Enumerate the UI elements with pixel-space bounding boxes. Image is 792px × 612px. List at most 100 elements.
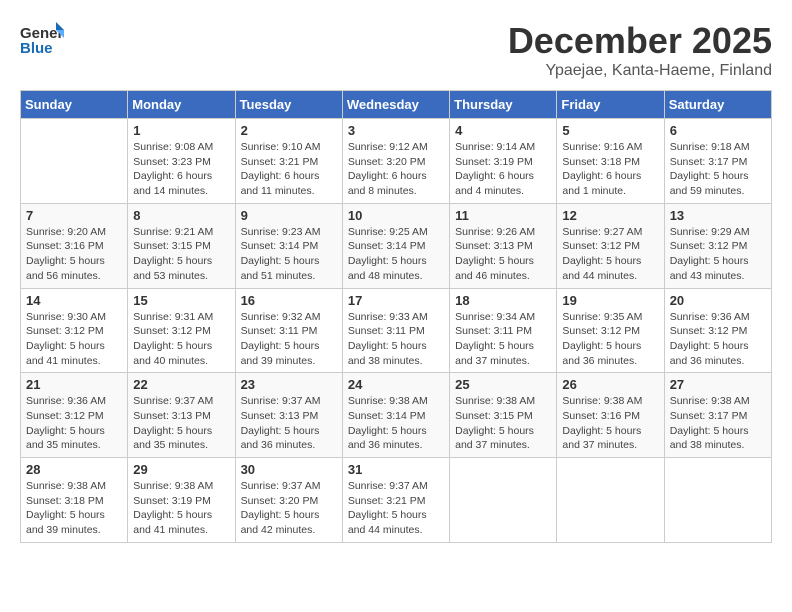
- day-number: 25: [455, 377, 551, 392]
- day-number: 18: [455, 293, 551, 308]
- day-header-thursday: Thursday: [450, 91, 557, 119]
- day-number: 29: [133, 462, 229, 477]
- day-cell: [557, 458, 664, 543]
- calendar-header-row: SundayMondayTuesdayWednesdayThursdayFrid…: [21, 91, 772, 119]
- day-cell: 30 Sunrise: 9:37 AM Sunset: 3:20 PM Dayli…: [235, 458, 342, 543]
- day-number: 31: [348, 462, 444, 477]
- day-number: 28: [26, 462, 122, 477]
- day-cell: 7Sunrise: 9:20 AM Sunset: 3:16 PM Daylig…: [21, 203, 128, 288]
- day-number: 15: [133, 293, 229, 308]
- day-info: Sunrise: 9:18 AM Sunset: 3:17 PM Dayligh…: [670, 140, 766, 199]
- day-number: 14: [26, 293, 122, 308]
- day-cell: 1 Sunrise: 9:08 AM Sunset: 3:23 PM Daylig…: [128, 119, 235, 204]
- day-info: Sunrise: 9:29 AM Sunset: 3:12 PM Dayligh…: [670, 225, 766, 284]
- day-number: 6: [670, 123, 766, 138]
- day-cell: 21 Sunrise: 9:36 AM Sunset: 3:12 PM Dayli…: [21, 373, 128, 458]
- day-number: 17: [348, 293, 444, 308]
- day-cell: 19 Sunrise: 9:35 AM Sunset: 3:12 PM Dayli…: [557, 288, 664, 373]
- day-number: 26: [562, 377, 658, 392]
- day-info: Sunrise: 9:38 AM Sunset: 3:16 PM Dayligh…: [562, 394, 658, 453]
- week-row-5: 28 Sunrise: 9:38 AM Sunset: 3:18 PM Dayli…: [21, 458, 772, 543]
- day-cell: 11 Sunrise: 9:26 AM Sunset: 3:13 PM Dayli…: [450, 203, 557, 288]
- day-cell: [664, 458, 771, 543]
- day-info: Sunrise: 9:33 AM Sunset: 3:11 PM Dayligh…: [348, 310, 444, 369]
- day-number: 22: [133, 377, 229, 392]
- day-header-sunday: Sunday: [21, 91, 128, 119]
- day-number: 12: [562, 208, 658, 223]
- day-info: Sunrise: 9:36 AM Sunset: 3:12 PM Dayligh…: [26, 394, 122, 453]
- day-info: Sunrise: 9:36 AM Sunset: 3:12 PM Dayligh…: [670, 310, 766, 369]
- day-number: 24: [348, 377, 444, 392]
- day-info: Sunrise: 9:14 AM Sunset: 3:19 PM Dayligh…: [455, 140, 551, 199]
- day-number: 2: [241, 123, 337, 138]
- day-info: Sunrise: 9:38 AM Sunset: 3:14 PM Dayligh…: [348, 394, 444, 453]
- header: General Blue December 2025 Ypaejae, Kant…: [20, 20, 772, 80]
- day-number: 8: [133, 208, 229, 223]
- calendar: SundayMondayTuesdayWednesdayThursdayFrid…: [20, 90, 772, 543]
- day-info: Sunrise: 9:20 AM Sunset: 3:16 PM Dayligh…: [26, 225, 122, 284]
- day-info: Sunrise: 9:38 AM Sunset: 3:15 PM Dayligh…: [455, 394, 551, 453]
- day-info: Sunrise: 9:08 AM Sunset: 3:23 PM Dayligh…: [133, 140, 229, 199]
- day-number: 1: [133, 123, 229, 138]
- day-number: 3: [348, 123, 444, 138]
- week-row-1: 1 Sunrise: 9:08 AM Sunset: 3:23 PM Daylig…: [21, 119, 772, 204]
- day-cell: 3 Sunrise: 9:12 AM Sunset: 3:20 PM Daylig…: [342, 119, 449, 204]
- day-cell: 20 Sunrise: 9:36 AM Sunset: 3:12 PM Dayli…: [664, 288, 771, 373]
- day-info: Sunrise: 9:37 AM Sunset: 3:20 PM Dayligh…: [241, 479, 337, 538]
- day-cell: 29 Sunrise: 9:38 AM Sunset: 3:19 PM Dayli…: [128, 458, 235, 543]
- day-cell: 10Sunrise: 9:25 AM Sunset: 3:14 PM Dayli…: [342, 203, 449, 288]
- day-cell: [450, 458, 557, 543]
- day-cell: 23Sunrise: 9:37 AM Sunset: 3:13 PM Dayli…: [235, 373, 342, 458]
- day-number: 16: [241, 293, 337, 308]
- day-number: 4: [455, 123, 551, 138]
- day-info: Sunrise: 9:32 AM Sunset: 3:11 PM Dayligh…: [241, 310, 337, 369]
- day-cell: 22 Sunrise: 9:37 AM Sunset: 3:13 PM Dayli…: [128, 373, 235, 458]
- day-info: Sunrise: 9:23 AM Sunset: 3:14 PM Dayligh…: [241, 225, 337, 284]
- day-cell: 13 Sunrise: 9:29 AM Sunset: 3:12 PM Dayli…: [664, 203, 771, 288]
- day-cell: 18 Sunrise: 9:34 AM Sunset: 3:11 PM Dayli…: [450, 288, 557, 373]
- day-cell: 12 Sunrise: 9:27 AM Sunset: 3:12 PM Dayli…: [557, 203, 664, 288]
- day-info: Sunrise: 9:31 AM Sunset: 3:12 PM Dayligh…: [133, 310, 229, 369]
- day-number: 30: [241, 462, 337, 477]
- day-info: Sunrise: 9:38 AM Sunset: 3:19 PM Dayligh…: [133, 479, 229, 538]
- day-cell: 14Sunrise: 9:30 AM Sunset: 3:12 PM Dayli…: [21, 288, 128, 373]
- day-cell: 2 Sunrise: 9:10 AM Sunset: 3:21 PM Daylig…: [235, 119, 342, 204]
- day-info: Sunrise: 9:35 AM Sunset: 3:12 PM Dayligh…: [562, 310, 658, 369]
- day-info: Sunrise: 9:16 AM Sunset: 3:18 PM Dayligh…: [562, 140, 658, 199]
- day-info: Sunrise: 9:10 AM Sunset: 3:21 PM Dayligh…: [241, 140, 337, 199]
- day-number: 23: [241, 377, 337, 392]
- day-cell: 24 Sunrise: 9:38 AM Sunset: 3:14 PM Dayli…: [342, 373, 449, 458]
- svg-text:Blue: Blue: [20, 40, 53, 56]
- day-number: 11: [455, 208, 551, 223]
- day-cell: 5Sunrise: 9:16 AM Sunset: 3:18 PM Daylig…: [557, 119, 664, 204]
- day-cell: 8Sunrise: 9:21 AM Sunset: 3:15 PM Daylig…: [128, 203, 235, 288]
- week-row-2: 7Sunrise: 9:20 AM Sunset: 3:16 PM Daylig…: [21, 203, 772, 288]
- day-info: Sunrise: 9:38 AM Sunset: 3:17 PM Dayligh…: [670, 394, 766, 453]
- day-header-monday: Monday: [128, 91, 235, 119]
- day-number: 21: [26, 377, 122, 392]
- day-info: Sunrise: 9:25 AM Sunset: 3:14 PM Dayligh…: [348, 225, 444, 284]
- day-info: Sunrise: 9:34 AM Sunset: 3:11 PM Dayligh…: [455, 310, 551, 369]
- week-row-4: 21 Sunrise: 9:36 AM Sunset: 3:12 PM Dayli…: [21, 373, 772, 458]
- week-row-3: 14Sunrise: 9:30 AM Sunset: 3:12 PM Dayli…: [21, 288, 772, 373]
- day-cell: 15 Sunrise: 9:31 AM Sunset: 3:12 PM Dayli…: [128, 288, 235, 373]
- day-number: 19: [562, 293, 658, 308]
- day-cell: [21, 119, 128, 204]
- day-header-friday: Friday: [557, 91, 664, 119]
- location: Ypaejae, Kanta-Haeme, Finland: [508, 62, 772, 80]
- day-cell: 4 Sunrise: 9:14 AM Sunset: 3:19 PM Daylig…: [450, 119, 557, 204]
- day-number: 13: [670, 208, 766, 223]
- month-title: December 2025: [508, 20, 772, 62]
- day-info: Sunrise: 9:38 AM Sunset: 3:18 PM Dayligh…: [26, 479, 122, 538]
- day-info: Sunrise: 9:27 AM Sunset: 3:12 PM Dayligh…: [562, 225, 658, 284]
- day-cell: 17 Sunrise: 9:33 AM Sunset: 3:11 PM Dayli…: [342, 288, 449, 373]
- title-area: December 2025 Ypaejae, Kanta-Haeme, Finl…: [508, 20, 772, 80]
- day-info: Sunrise: 9:12 AM Sunset: 3:20 PM Dayligh…: [348, 140, 444, 199]
- day-info: Sunrise: 9:26 AM Sunset: 3:13 PM Dayligh…: [455, 225, 551, 284]
- day-cell: 9Sunrise: 9:23 AM Sunset: 3:14 PM Daylig…: [235, 203, 342, 288]
- day-header-tuesday: Tuesday: [235, 91, 342, 119]
- day-info: Sunrise: 9:37 AM Sunset: 3:13 PM Dayligh…: [133, 394, 229, 453]
- day-cell: 16 Sunrise: 9:32 AM Sunset: 3:11 PM Dayli…: [235, 288, 342, 373]
- day-number: 20: [670, 293, 766, 308]
- day-cell: 26 Sunrise: 9:38 AM Sunset: 3:16 PM Dayli…: [557, 373, 664, 458]
